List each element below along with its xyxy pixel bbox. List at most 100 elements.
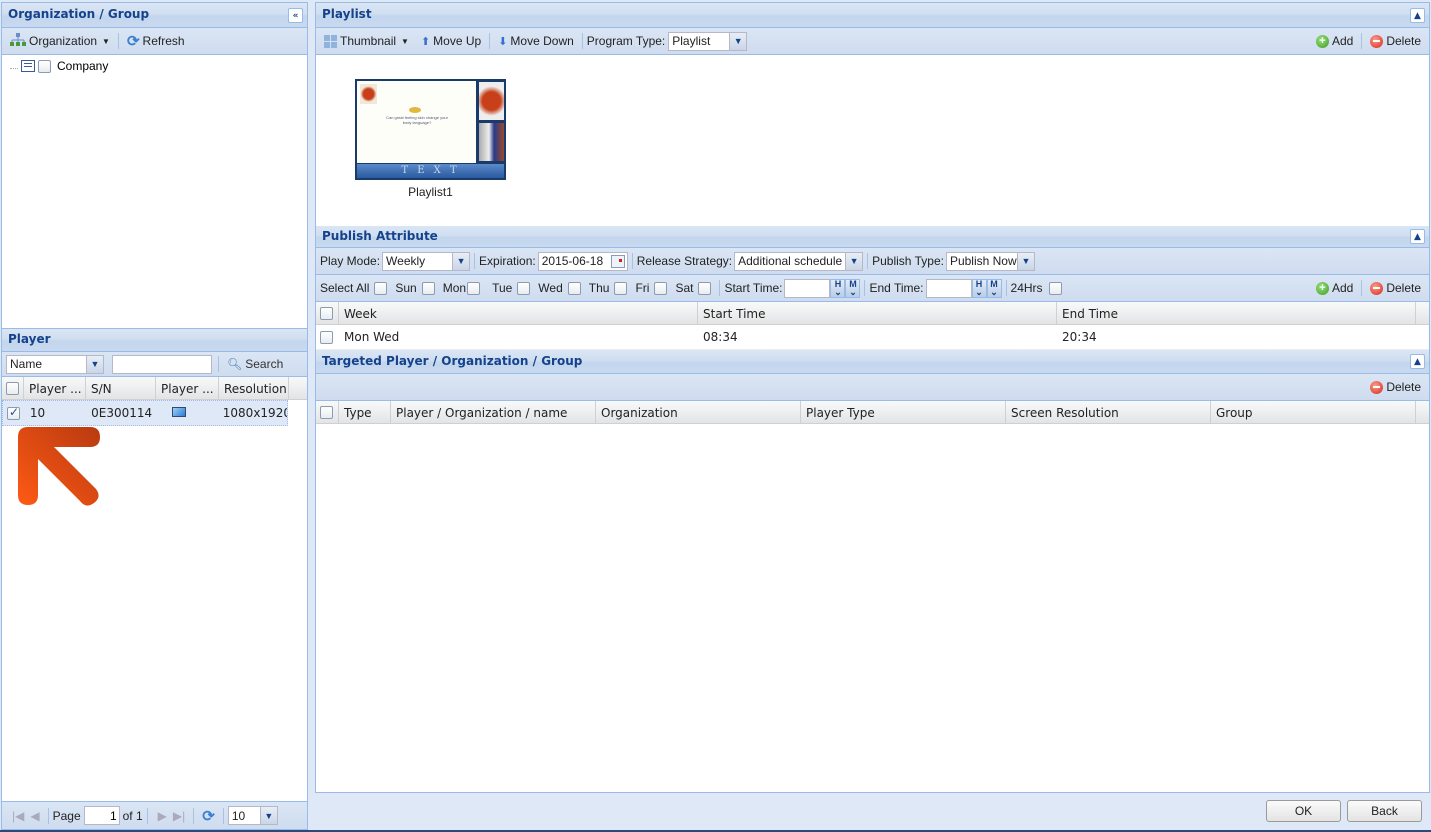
- playlist-item-name: Playlist1: [408, 185, 453, 199]
- end-hour-spinner[interactable]: H ⌄: [971, 278, 987, 298]
- filter-field-select[interactable]: Name ▼: [6, 354, 104, 374]
- schedule-add-button[interactable]: + Add: [1312, 279, 1357, 297]
- end-time-input[interactable]: [925, 278, 972, 298]
- page-number-input[interactable]: [83, 806, 120, 825]
- column-player-org-name[interactable]: Player / Organization / name: [391, 401, 596, 423]
- playlist-add-button[interactable]: + Add: [1312, 32, 1357, 50]
- schedule-row[interactable]: Mon Wed 08:34 20:34: [316, 325, 1429, 350]
- search-icon: 🔍︎: [227, 357, 243, 371]
- player-sn: 0E300114: [91, 406, 153, 420]
- first-page-icon[interactable]: |◀: [12, 809, 24, 823]
- move-down-button[interactable]: ⬇ Move Down: [494, 32, 578, 50]
- player-row[interactable]: 10 0E300114 1080x1920: [2, 400, 288, 426]
- playlist-item[interactable]: Can great feeling skin change your body …: [355, 79, 506, 199]
- player-row-checkbox[interactable]: [7, 406, 20, 420]
- column-end-time[interactable]: End Time: [1057, 302, 1416, 324]
- column-player[interactable]: Player ...: [24, 377, 86, 399]
- column-type[interactable]: Type: [339, 401, 391, 423]
- player-search-input[interactable]: [112, 354, 212, 374]
- day-fri-checkbox[interactable]: [654, 281, 668, 295]
- day-sat-checkbox[interactable]: [698, 281, 712, 295]
- schedule-delete-button[interactable]: Delete: [1366, 279, 1425, 297]
- schedule-row-checkbox[interactable]: [320, 331, 333, 344]
- column-sn[interactable]: S/N: [86, 377, 156, 399]
- start-time-input[interactable]: [784, 278, 831, 298]
- play-mode-select[interactable]: Weekly ▼: [382, 251, 471, 271]
- add-label: Add: [1331, 281, 1354, 295]
- start-hour-spinner[interactable]: H ⌄: [830, 278, 846, 298]
- org-toolbar: Organization ▼ ⟳ Refresh: [2, 28, 307, 55]
- targeted-delete-button[interactable]: Delete: [1366, 378, 1425, 396]
- column-organization[interactable]: Organization: [596, 401, 801, 423]
- day-tue-checkbox[interactable]: [517, 281, 531, 295]
- company-checkbox[interactable]: [38, 59, 51, 73]
- column-player-type[interactable]: Player Type: [801, 401, 1006, 423]
- expiration-date-field[interactable]: 2015-06-18: [537, 251, 628, 271]
- calendar-icon[interactable]: [610, 254, 625, 268]
- 24hrs-checkbox[interactable]: [1048, 281, 1062, 295]
- chevron-down-icon[interactable]: ▼: [86, 355, 103, 373]
- column-group[interactable]: Group: [1211, 401, 1416, 423]
- day-sun-checkbox[interactable]: [421, 281, 435, 295]
- last-page-icon[interactable]: ▶|: [173, 809, 185, 823]
- player-pager: |◀ ◀ Page of 1 ▶ ▶| ⟳ 10 ▼: [2, 801, 307, 829]
- delete-label: Delete: [1386, 34, 1421, 48]
- tree-node-company[interactable]: Company: [57, 59, 108, 73]
- publish-toolbar-1: Play Mode: Weekly ▼ Expiration: 2015-06-…: [316, 248, 1429, 275]
- day-mon-checkbox[interactable]: [467, 281, 481, 295]
- next-page-icon[interactable]: ▶: [158, 809, 167, 823]
- back-button[interactable]: Back: [1347, 800, 1422, 822]
- player-panel-title: Player: [8, 332, 51, 346]
- playlist-delete-button[interactable]: Delete: [1366, 32, 1425, 50]
- collapse-targeted-button[interactable]: ▲: [1410, 354, 1425, 369]
- refresh-icon[interactable]: ⟳: [202, 807, 215, 825]
- chevron-down-icon[interactable]: ▼: [845, 252, 863, 270]
- day-thu-checkbox[interactable]: [614, 281, 628, 295]
- move-up-button[interactable]: ⬆ Move Up: [417, 32, 485, 50]
- toolbar-separator: [117, 33, 119, 49]
- select-all-targets[interactable]: [316, 401, 339, 423]
- playlist-toolbar: Thumbnail ▼ ⬆ Move Up ⬇ Move Down Progra…: [316, 28, 1429, 55]
- program-type-select[interactable]: Playlist ▼: [668, 31, 748, 51]
- page-size-select[interactable]: 10 ▼: [227, 806, 278, 825]
- collapse-left-button[interactable]: «: [288, 8, 303, 23]
- chevron-down-icon[interactable]: ▼: [729, 32, 747, 50]
- program-type-label: Program Type:: [586, 34, 666, 48]
- select-all-players[interactable]: [2, 377, 24, 399]
- player-filter-toolbar: Name ▼ 🔍︎ Search: [2, 352, 307, 377]
- release-strategy-select[interactable]: Additional schedule ▼: [734, 251, 864, 271]
- search-button[interactable]: 🔍︎ Search: [223, 355, 287, 373]
- select-all-schedules[interactable]: [316, 302, 339, 324]
- prev-page-icon[interactable]: ◀: [30, 809, 39, 823]
- toolbar-separator: [218, 356, 219, 372]
- move-down-label: Move Down: [510, 34, 574, 48]
- collapse-playlist-button[interactable]: ▲: [1410, 8, 1425, 23]
- select-all-checkbox[interactable]: [374, 281, 388, 295]
- publish-header: Publish Attribute ▲: [316, 226, 1429, 248]
- column-screen-resolution[interactable]: Screen Resolution: [1006, 401, 1211, 423]
- refresh-icon: ⟳: [126, 33, 140, 50]
- move-up-label: Move Up: [433, 34, 482, 48]
- end-minute-spinner[interactable]: M ⌄: [986, 278, 1002, 298]
- collapse-publish-button[interactable]: ▲: [1410, 229, 1425, 244]
- thumbnail-view-button[interactable]: Thumbnail ▼: [320, 32, 413, 50]
- chevron-down-icon[interactable]: ▼: [259, 807, 277, 824]
- day-mon-label: Mon: [442, 281, 467, 295]
- chevron-down-icon[interactable]: ▼: [1016, 252, 1034, 270]
- publish-type-select[interactable]: Publish Now ▼: [945, 251, 1035, 271]
- publish-type-value: Publish Now: [949, 254, 1017, 268]
- ok-button[interactable]: OK: [1266, 800, 1341, 822]
- column-resolution[interactable]: Resolution: [219, 377, 289, 399]
- start-minute-spinner[interactable]: M ⌄: [845, 278, 861, 298]
- refresh-button[interactable]: ⟳ Refresh: [123, 30, 189, 52]
- targeted-header: Targeted Player / Organization / Group ▲: [316, 350, 1429, 374]
- chevron-down-icon[interactable]: ▼: [452, 252, 470, 270]
- column-week[interactable]: Week: [339, 302, 698, 324]
- day-wed-checkbox[interactable]: [567, 281, 581, 295]
- schedule-start: 08:34: [703, 330, 738, 344]
- organization-menu-button[interactable]: Organization ▼: [6, 31, 114, 52]
- add-icon: +: [1315, 34, 1329, 48]
- targeted-grid-header: Type Player / Organization / name Organi…: [316, 401, 1429, 424]
- column-start-time[interactable]: Start Time: [698, 302, 1057, 324]
- column-player-type[interactable]: Player ...: [156, 377, 219, 399]
